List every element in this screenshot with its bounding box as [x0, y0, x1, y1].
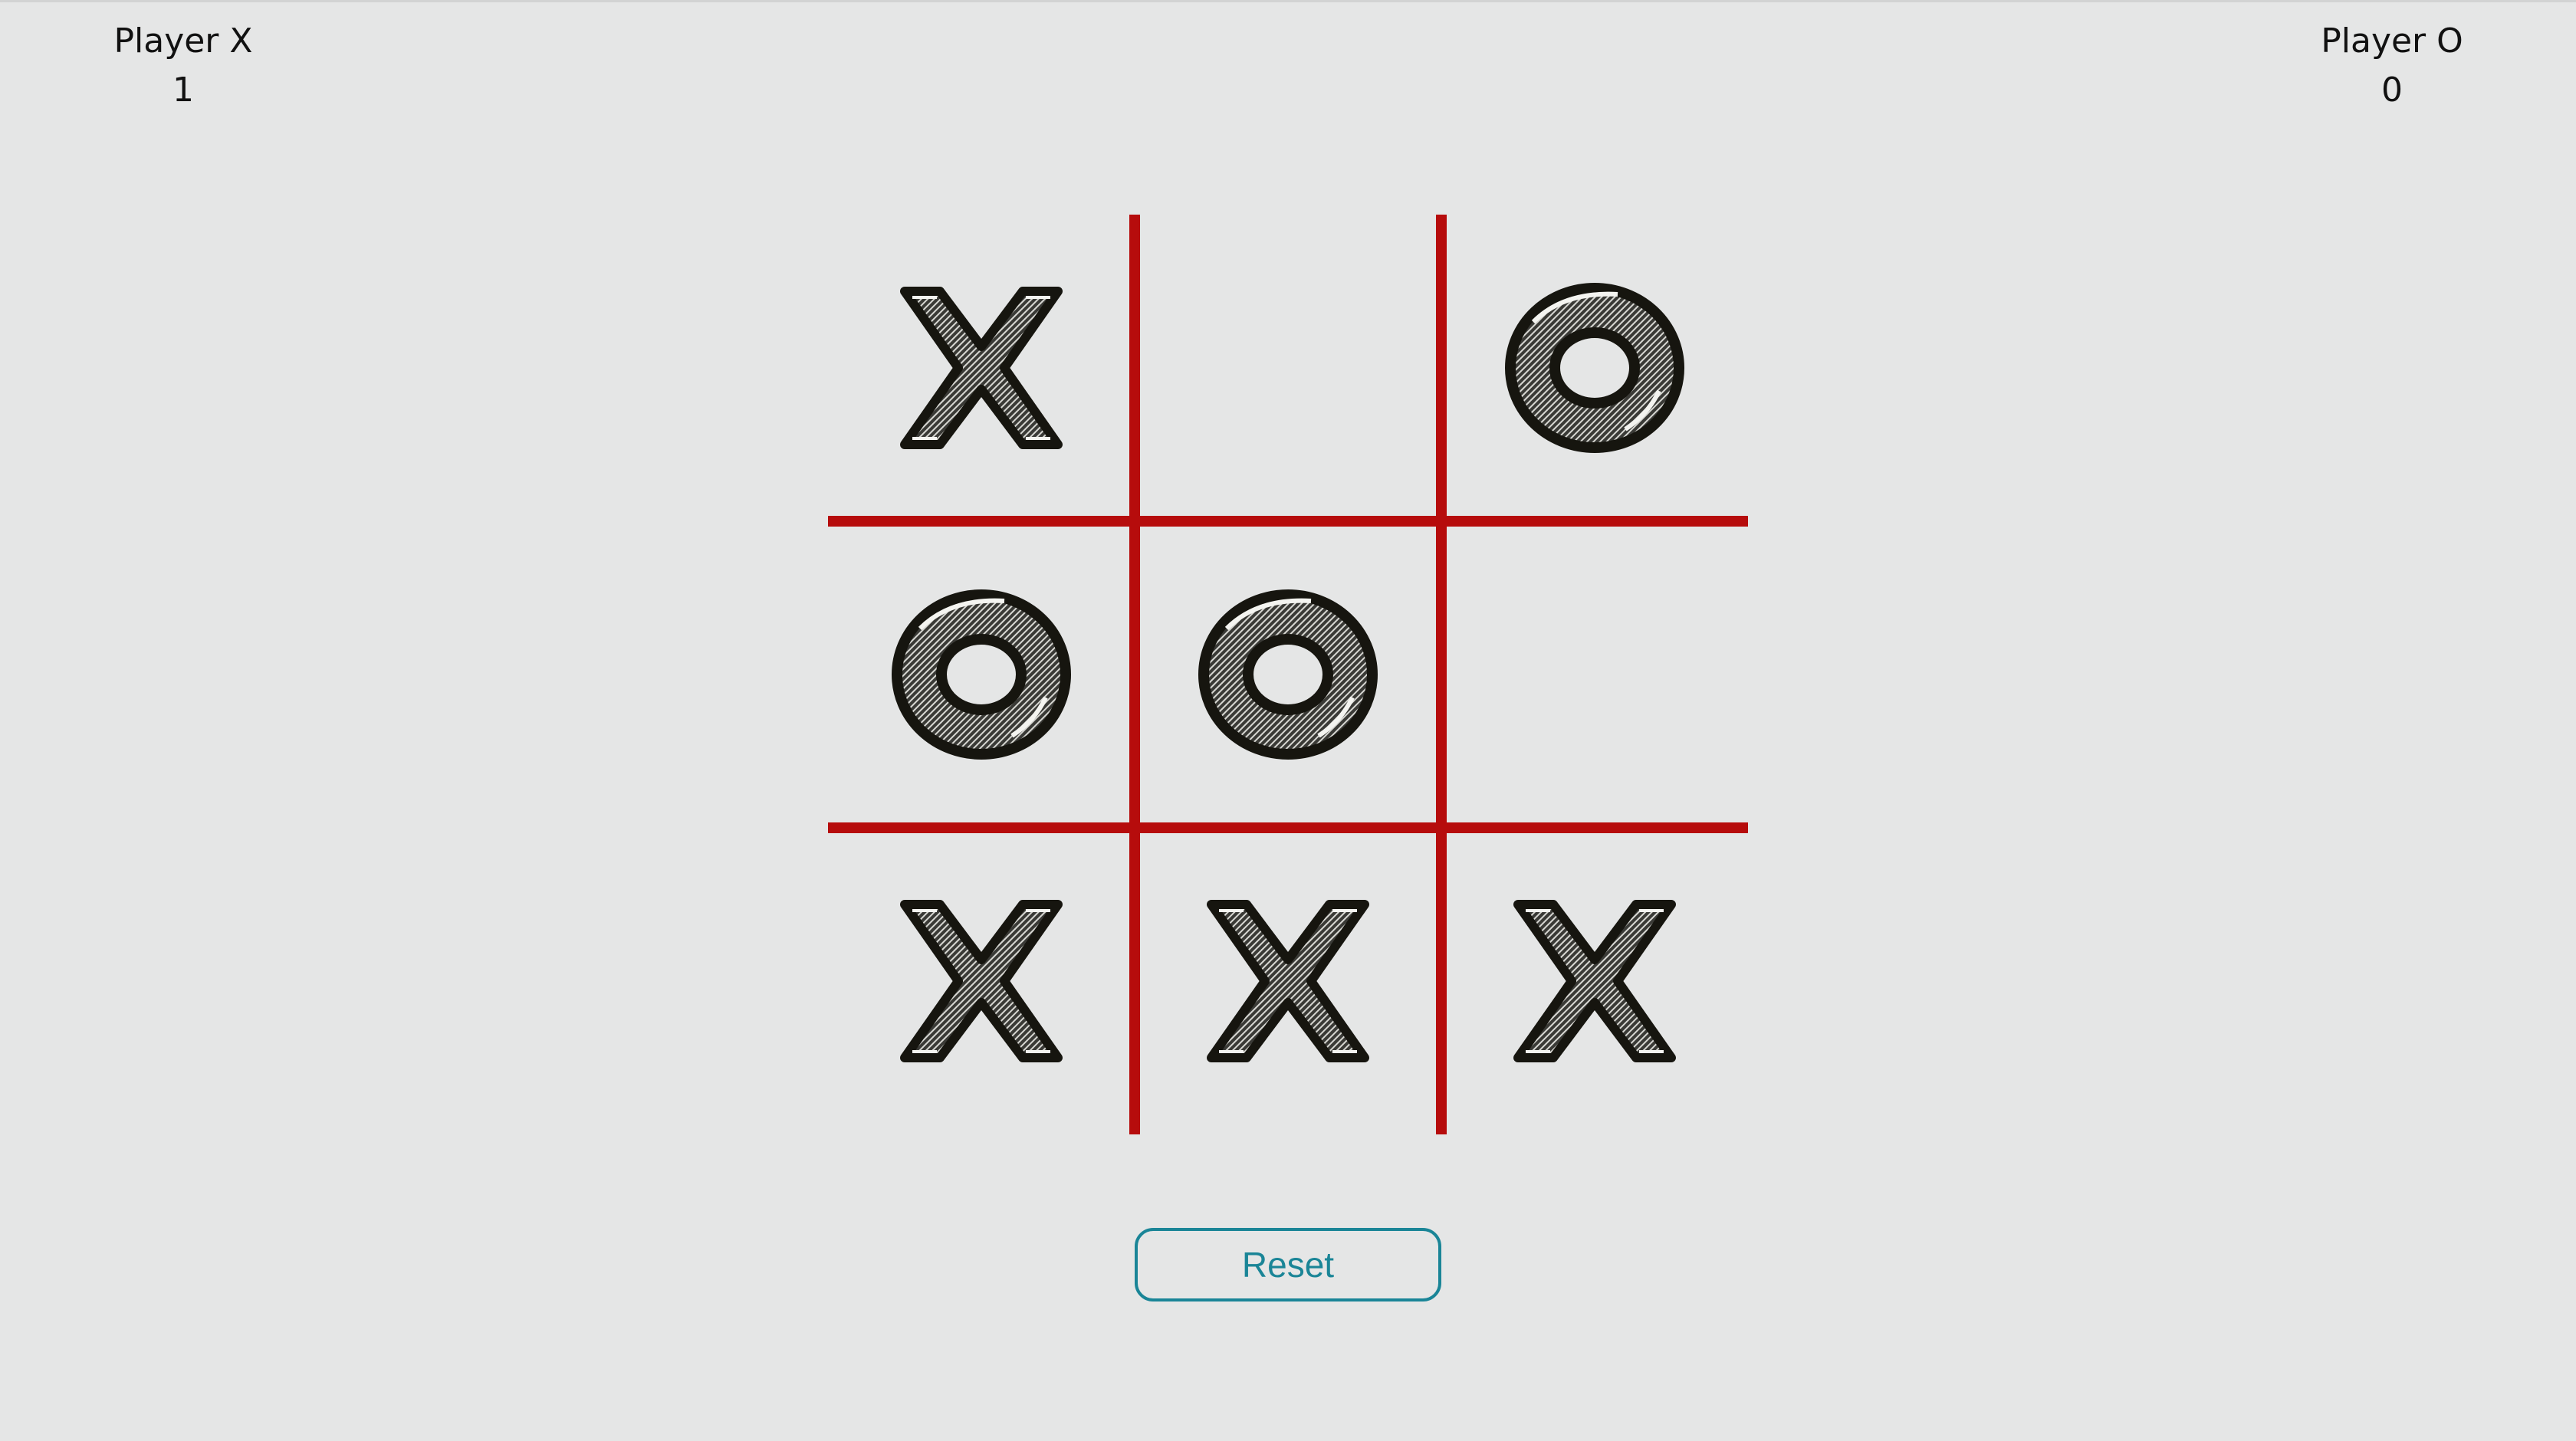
board-cell[interactable] — [828, 215, 1135, 521]
board-cell[interactable] — [828, 521, 1135, 828]
game-board — [828, 215, 1748, 1134]
o-mark-icon — [1505, 283, 1684, 453]
grid-line-vertical — [1436, 215, 1447, 1134]
board-cell[interactable] — [1441, 828, 1748, 1134]
grid-line-vertical — [1129, 215, 1140, 1134]
player-o-score-value: 0 — [2381, 71, 2403, 110]
o-mark-icon — [892, 589, 1071, 760]
player-x-score-value: 1 — [172, 71, 194, 110]
x-mark-icon — [900, 900, 1063, 1062]
x-mark-icon — [1207, 900, 1369, 1062]
board-cell[interactable] — [828, 828, 1135, 1134]
player-o-label: Player O — [2321, 21, 2463, 61]
o-mark-icon — [1198, 589, 1378, 760]
player-x-score: Player X 1 — [68, 17, 298, 115]
reset-button[interactable]: Reset — [1135, 1228, 1441, 1301]
grid-line-horizontal — [828, 822, 1748, 833]
player-o-score: Player O 0 — [2277, 17, 2507, 115]
board-cell[interactable] — [1135, 215, 1441, 521]
board-cell[interactable] — [1135, 521, 1441, 828]
grid-line-horizontal — [828, 516, 1748, 527]
x-mark-icon — [1513, 900, 1676, 1062]
board-cell[interactable] — [1441, 215, 1748, 521]
top-border — [0, 0, 2576, 2]
board-cell[interactable] — [1135, 828, 1441, 1134]
board-cell[interactable] — [1441, 521, 1748, 828]
x-mark-icon — [900, 287, 1063, 449]
player-x-label: Player X — [113, 21, 253, 61]
